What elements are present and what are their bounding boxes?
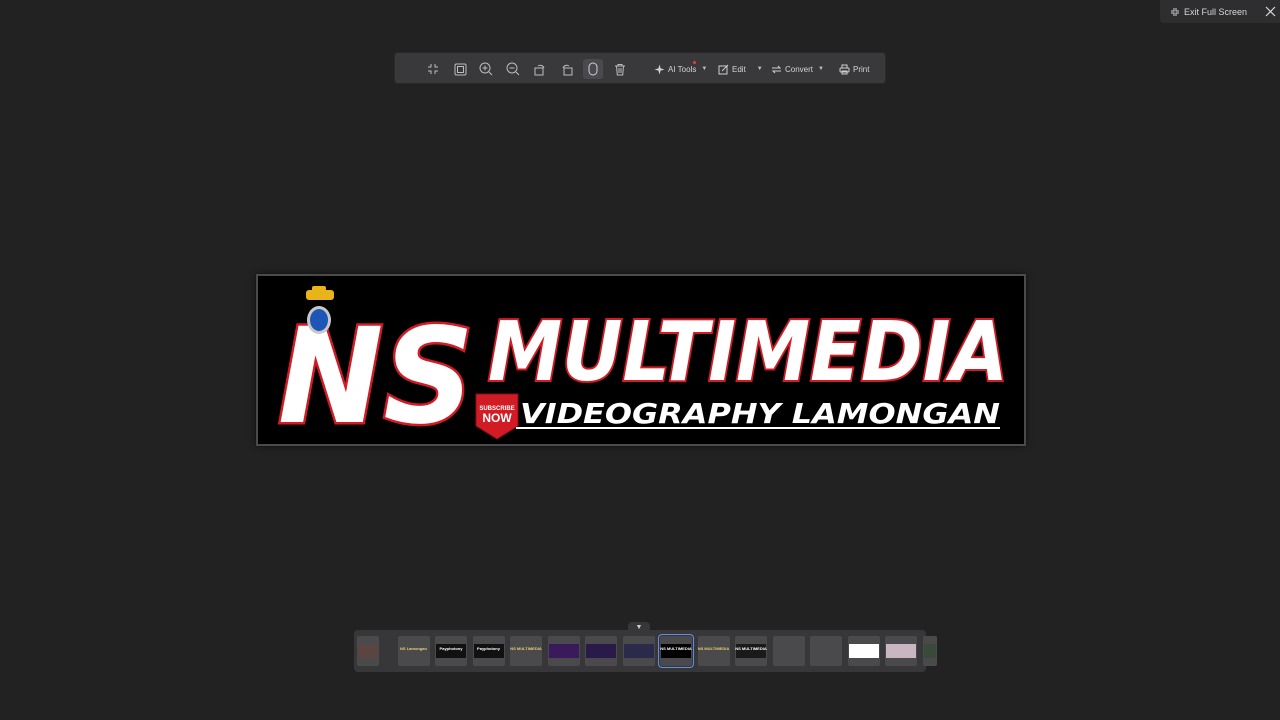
page-thumbnail[interactable]: [810, 636, 842, 666]
rotate-left-icon: [534, 64, 544, 75]
ai-tools-menu[interactable]: AI Tools ▼: [654, 60, 707, 78]
zoom-out-icon: [506, 62, 520, 76]
page-thumbnail[interactable]: Payphotony: [435, 636, 467, 666]
page-thumbnail[interactable]: [547, 636, 580, 666]
chevron-down-icon: ▼: [818, 66, 824, 72]
exit-full-screen-icon: [1171, 7, 1179, 16]
ai-tools-label: AI Tools: [668, 64, 697, 74]
rotate-left-button[interactable]: [529, 59, 549, 79]
page-thumbnail[interactable]: [585, 636, 617, 666]
pan-hand-icon: [588, 62, 598, 76]
delete-button[interactable]: [610, 59, 630, 79]
page-thumbnail[interactable]: NS Lamongan: [397, 636, 430, 666]
rotate-right-icon: [562, 64, 572, 75]
thumbnail-image: [811, 644, 841, 658]
thumbnail-image: [886, 644, 916, 658]
page-thumbnail[interactable]: [922, 636, 937, 666]
print-label: Print: [853, 64, 870, 74]
zoom-in-button[interactable]: [476, 59, 496, 79]
delete-icon: [615, 63, 625, 75]
thumbnail-image: [773, 644, 804, 658]
rotate-right-button[interactable]: [557, 59, 577, 79]
thumbnail-image: [848, 644, 879, 658]
thumbnail-caption: NS MULTIMEDIA: [697, 646, 730, 651]
thumbnail-caption: NS MULTIMEDIA: [660, 646, 692, 651]
banner-subtitle: VIDEOGRAPHY LAMONGAN: [520, 397, 1000, 430]
page-thumbnail[interactable]: [772, 636, 805, 666]
chevron-down-icon: ▼: [756, 66, 763, 72]
edit-label: Edit: [732, 64, 746, 74]
page-thumbnail[interactable]: NS MULTIMEDIA: [510, 636, 542, 666]
thumbnail-caption: NS MULTIMEDIA: [735, 646, 767, 651]
fit-page-button[interactable]: [450, 59, 470, 79]
banner-title: MULTIMEDIA: [488, 305, 1008, 400]
page-thumbnail[interactable]: NS MULTIMEDIA: [658, 634, 694, 668]
fit-page-icon: [454, 63, 466, 75]
thumbnail-caption: NS Lamongan: [400, 646, 427, 651]
thumbnail-caption: Payphotony: [439, 646, 463, 651]
convert-menu[interactable]: Convert ▼: [771, 60, 824, 78]
subscribe-badge: SUBSCRIBE NOW: [475, 393, 519, 440]
page-thumbnail[interactable]: Payphotony: [472, 636, 505, 666]
exit-full-screen-bar: Exit Full Screen: [1160, 0, 1280, 23]
toolbar: AI Tools ▼ Edit ▼ Convert ▼ Print: [394, 52, 886, 84]
print-button[interactable]: Print: [839, 60, 869, 78]
page-thumbnail[interactable]: [847, 636, 880, 666]
exit-full-screen-label: Exit Full Screen: [1184, 6, 1248, 17]
convert-label: Convert: [785, 64, 814, 74]
notification-dot: [693, 61, 696, 64]
pan-hand-button[interactable]: [583, 59, 603, 79]
close-icon: [1265, 6, 1276, 17]
page-thumbnail[interactable]: NS MULTIMEDIA: [697, 636, 730, 666]
print-icon: [839, 64, 850, 74]
page-thumbnail[interactable]: [885, 636, 917, 666]
exit-fit-button[interactable]: [423, 59, 443, 79]
thumbnail-image: [586, 644, 616, 658]
page-thumbnail[interactable]: NS MULTIMEDIA: [735, 636, 767, 666]
convert-icon: [771, 65, 782, 73]
thumbnail-caption: Payphotony: [477, 646, 500, 651]
banner-graphic: .big { font-family: "DejaVu Sans", sans-…: [276, 286, 1010, 444]
chevron-down-icon: ▼: [701, 66, 708, 72]
edit-icon: [718, 64, 729, 74]
edit-menu[interactable]: Edit ▼: [718, 60, 763, 78]
thumbnail-image: [548, 644, 579, 658]
zoom-in-icon: [479, 62, 493, 76]
badge-bottom-text: NOW: [482, 411, 512, 425]
thumbnail-image: [623, 644, 654, 658]
page-thumbnail[interactable]: [357, 636, 379, 666]
thumbnail-image: [358, 644, 378, 658]
page-thumbnail[interactable]: [622, 636, 655, 666]
exit-full-screen-button[interactable]: Exit Full Screen: [1170, 7, 1247, 17]
exit-fit-icon: [428, 64, 438, 74]
close-button[interactable]: [1265, 6, 1276, 17]
document-page: .big { font-family: "DejaVu Sans", sans-…: [256, 274, 1026, 446]
thumbnail-image: [923, 644, 936, 658]
ai-sparkle-icon: [654, 64, 665, 74]
zoom-out-button[interactable]: [503, 59, 523, 79]
thumbnail-caption: NS MULTIMEDIA: [510, 646, 542, 651]
